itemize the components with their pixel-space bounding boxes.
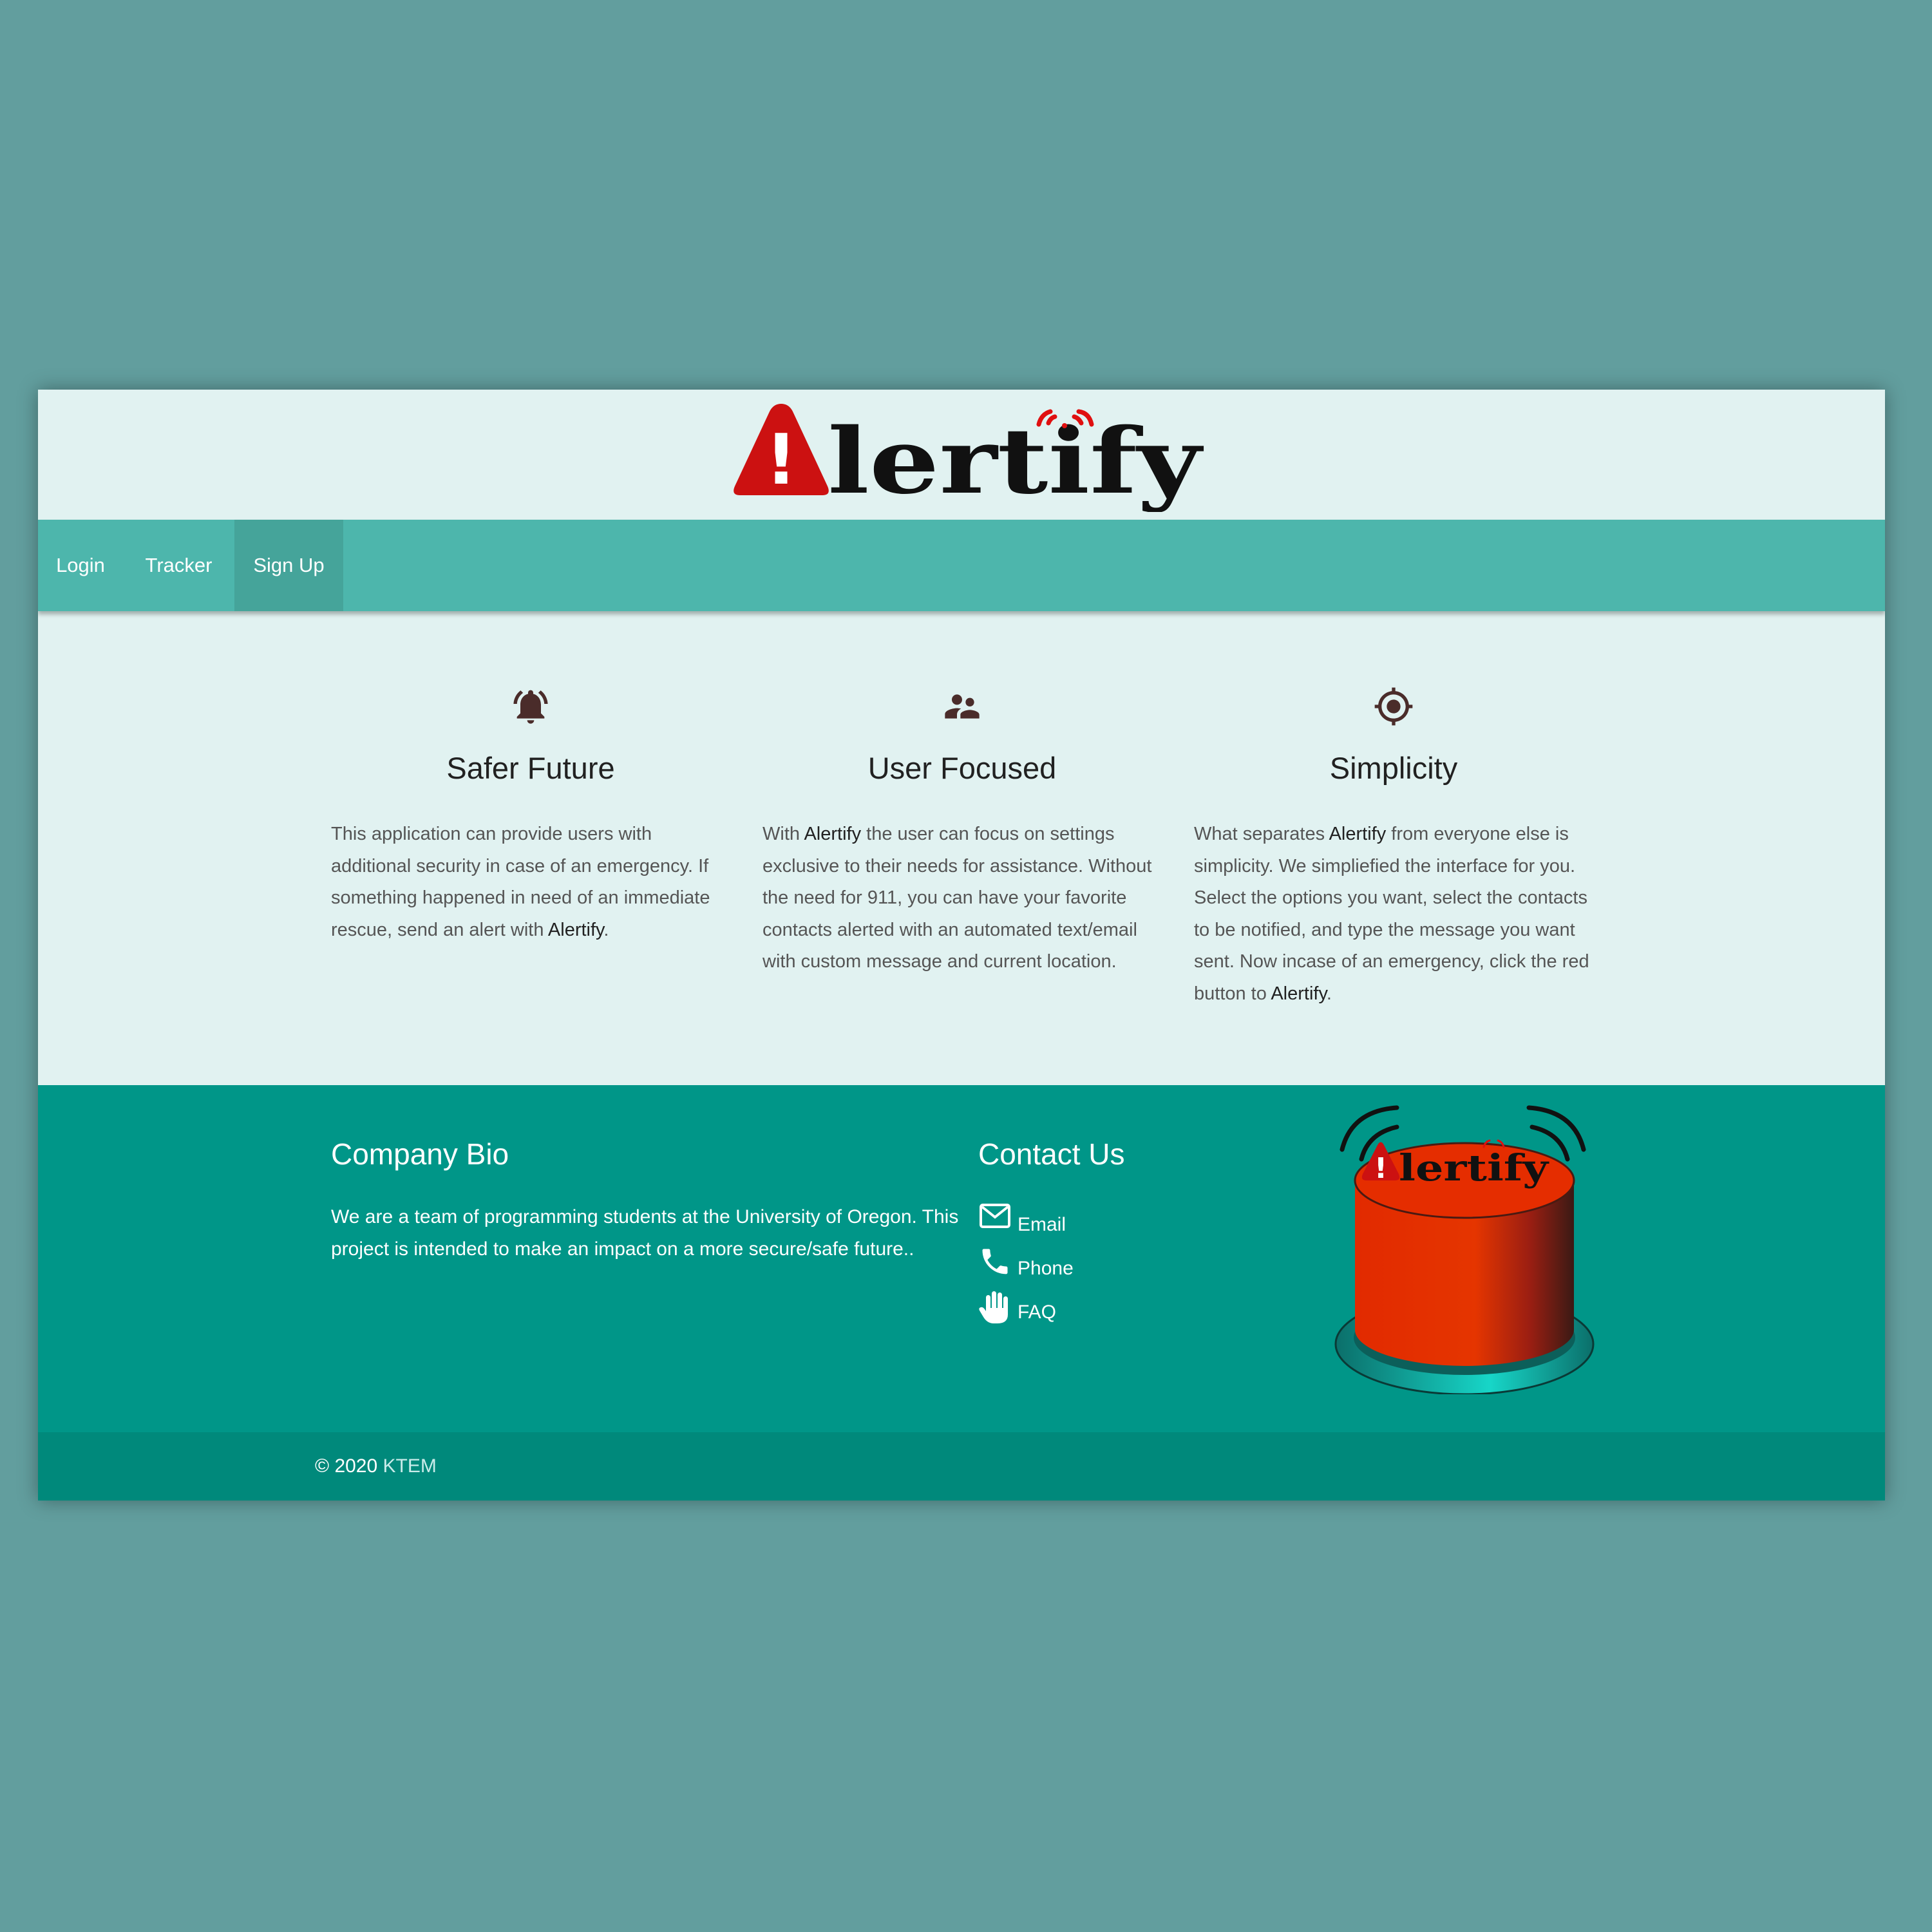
footer: Company Bio We are a team of programming… [38, 1085, 1885, 1432]
features-section: Safer Future This application can provid… [38, 611, 1885, 1085]
contact-label: FAQ [1018, 1302, 1057, 1323]
feature-title: Simplicity [1329, 751, 1458, 785]
brand-mention: Alertify [804, 824, 862, 844]
hand-icon [979, 1291, 1008, 1323]
phone-icon [982, 1249, 1008, 1274]
logo-exclamation: ! [765, 420, 797, 500]
copyright-bar: © 2020 KTEM [38, 1432, 1885, 1501]
logo-wordmark: lertify [828, 409, 1204, 512]
copyright-text: © 2020 KTEM [315, 1455, 437, 1477]
brand-mention: Alertify [1329, 824, 1387, 844]
nav-sign-up[interactable]: Sign Up [234, 520, 343, 611]
brand-mention: Alertify [547, 919, 604, 940]
feature-title: Safer Future [446, 751, 615, 785]
location-target-icon [1374, 687, 1413, 726]
nav-tracker[interactable]: Tracker [123, 520, 234, 611]
company-bio-text: We are a team of programming students at… [331, 1206, 959, 1260]
contact-us-title: Contact Us [978, 1137, 1125, 1171]
navbar: Login Tracker Sign Up [38, 520, 1885, 611]
button-logo-exclamation: ! [1374, 1152, 1387, 1185]
company-bio-title: Company Bio [331, 1137, 509, 1171]
header: ! lertify [38, 390, 1885, 520]
feature-text: With Alertify the user can focus on sett… [762, 824, 1152, 972]
mail-icon [980, 1204, 1010, 1228]
bell-icon [513, 690, 548, 724]
alertify-logo[interactable]: ! lertify [730, 399, 1206, 512]
contact-label: Phone [1018, 1258, 1074, 1279]
contact-label: Email [1018, 1214, 1066, 1235]
feature-text: What separates Alertify from everyone el… [1194, 824, 1589, 1004]
button-logo-wordmark: lertify [1399, 1147, 1549, 1189]
brand-mention: Alertify [1271, 983, 1327, 1004]
red-alert-button[interactable]: ! lertify [1291, 1098, 1638, 1394]
copyright-brand-link[interactable]: KTEM [383, 1455, 437, 1477]
people-icon [945, 694, 980, 719]
feature-title: User Focused [867, 751, 1057, 785]
nav-login[interactable]: Login [38, 520, 123, 611]
feature-text: This application can provide users with … [331, 824, 710, 940]
page-container: ! lertify Login Tracker Sign Up Safer Fu… [38, 390, 1885, 1501]
